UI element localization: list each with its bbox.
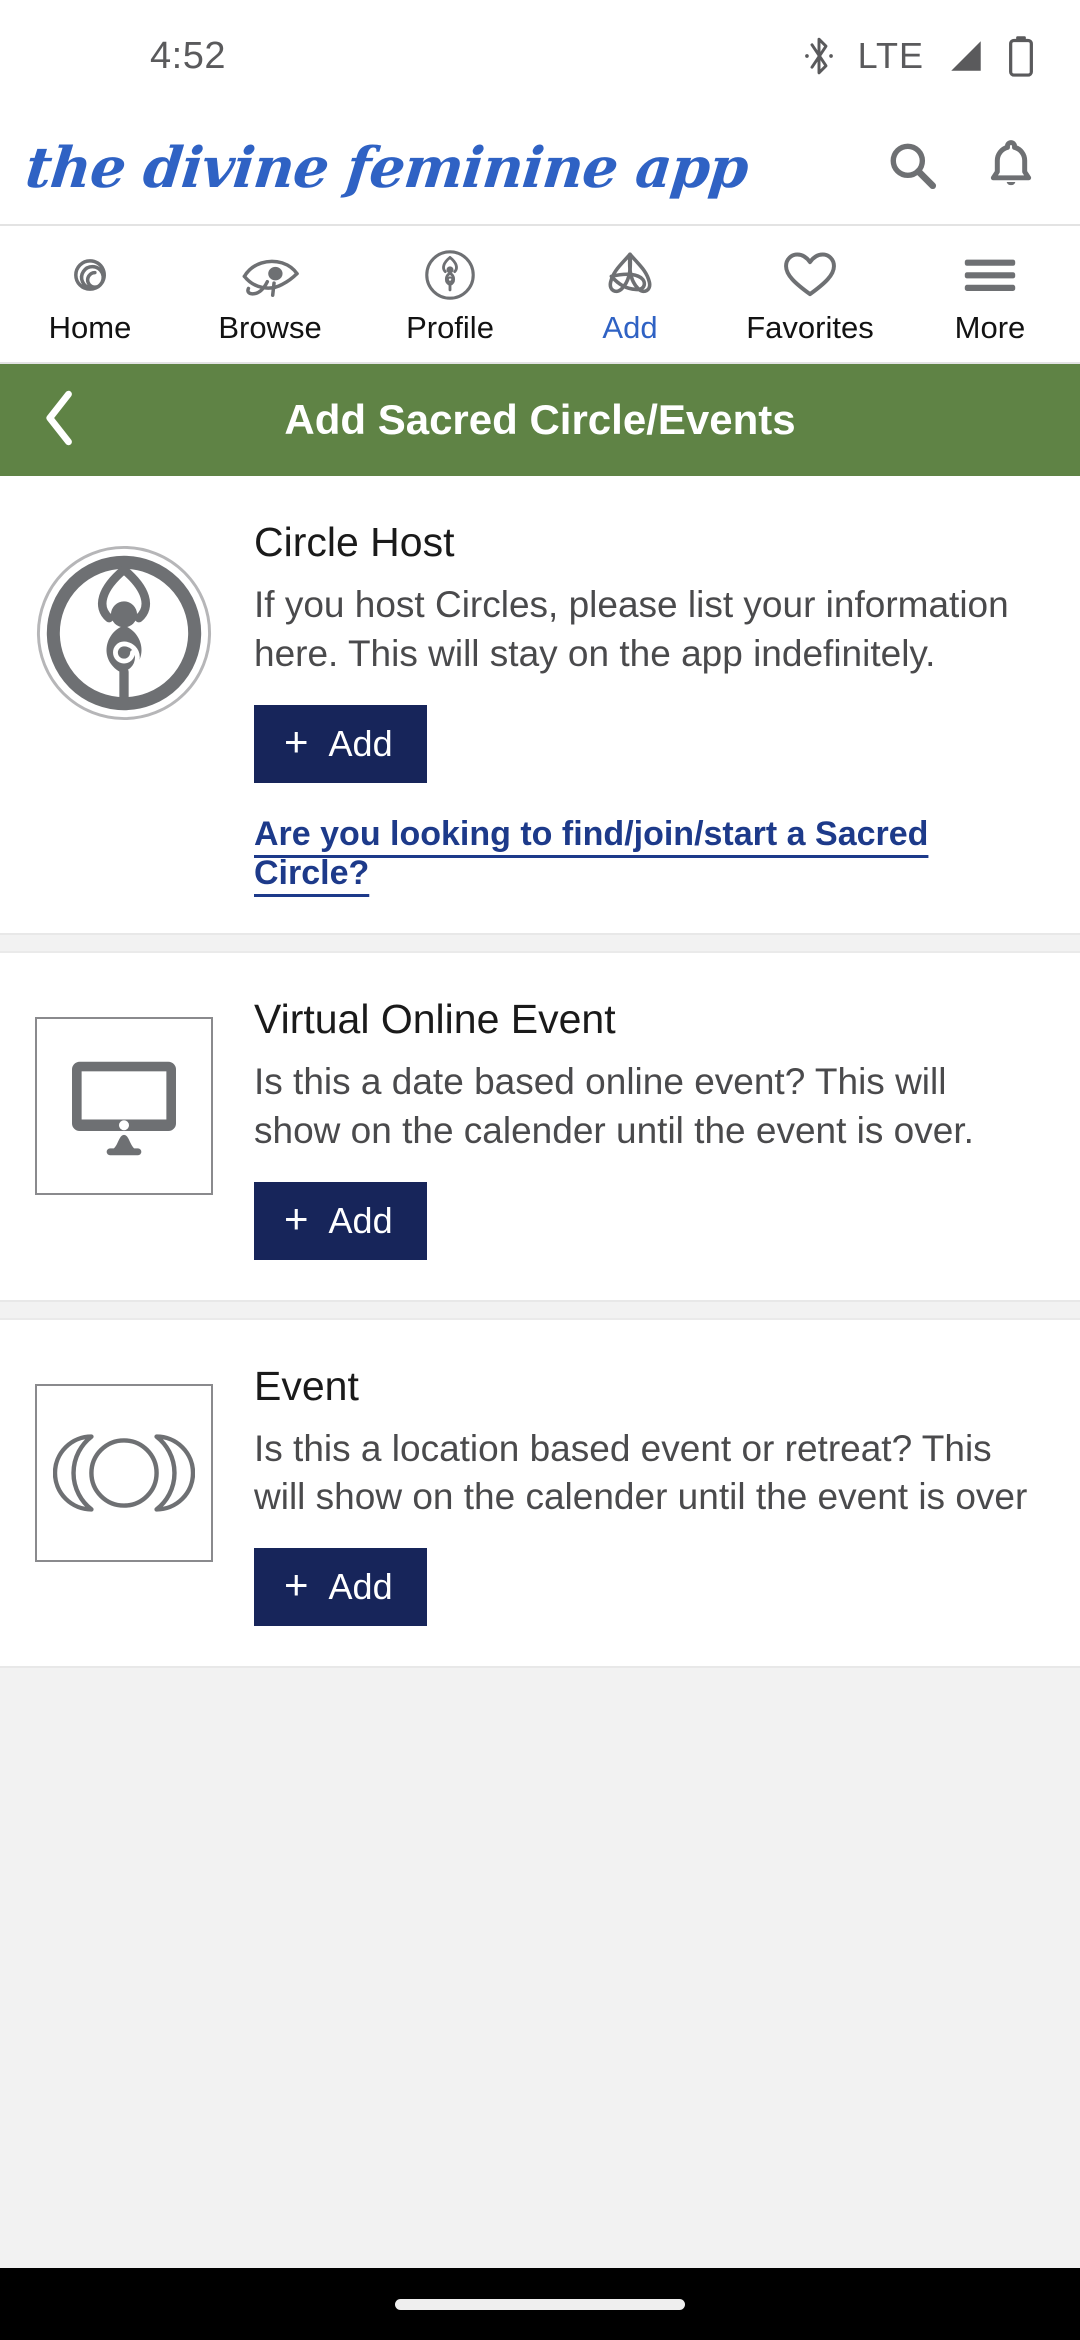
card-event[interactable]: Event Is this a location based event or … — [0, 1317, 1080, 1669]
battery-icon — [1008, 35, 1034, 77]
card-media — [28, 516, 220, 893]
network-type-label: LTE — [857, 35, 924, 76]
add-button-label: Add — [328, 722, 393, 764]
card-body: Circle Host If you host Circles, please … — [220, 516, 1040, 893]
tab-profile[interactable]: Profile — [360, 226, 540, 362]
plus-icon: + — [284, 1194, 309, 1242]
card-title: Event — [254, 1362, 359, 1409]
tab-profile-label: Profile — [406, 309, 494, 345]
goddess-circle-icon — [423, 246, 477, 304]
content-area: Circle Host If you host Circles, please … — [0, 476, 1080, 2268]
add-button-label: Add — [328, 1199, 393, 1241]
main-tab-bar: Home Browse Profile Add Favorites More — [0, 224, 1080, 364]
tab-add-label: Add — [602, 309, 658, 345]
tab-favorites-label: Favorites — [746, 309, 874, 345]
card-body: Event Is this a location based event or … — [220, 1360, 1040, 1627]
chevron-left-icon — [43, 389, 77, 452]
find-join-start-circle-link[interactable]: Are you looking to find/join/start a Sac… — [254, 815, 1040, 893]
tab-browse-label: Browse — [218, 309, 322, 345]
add-virtual-online-event-button[interactable]: + Add — [254, 1181, 427, 1260]
tab-home[interactable]: Home — [0, 226, 180, 362]
tab-add[interactable]: Add — [540, 226, 720, 362]
add-event-button[interactable]: + Add — [254, 1548, 427, 1627]
tab-more-label: More — [954, 309, 1026, 345]
gesture-home-indicator[interactable] — [395, 2298, 685, 2310]
app-logo[interactable]: the divine feminine app — [23, 135, 751, 201]
bluetooth-icon — [802, 35, 836, 77]
page-title: Add Sacred Circle/Events — [284, 396, 796, 443]
tab-more[interactable]: More — [900, 226, 1080, 362]
card-media — [28, 993, 220, 1260]
hamburger-menu-icon — [962, 246, 1018, 304]
plus-icon: + — [284, 1561, 309, 1609]
card-description: Is this a date based online event? This … — [254, 1060, 974, 1151]
desktop-monitor-icon — [35, 1016, 213, 1195]
card-circle-host[interactable]: Circle Host If you host Circles, please … — [0, 476, 1080, 935]
status-bar: 4:52 LTE — [0, 0, 1080, 112]
app-header: the divine feminine app — [0, 112, 1080, 224]
card-description: If you host Circles, please list your in… — [254, 584, 1009, 674]
heart-icon — [781, 246, 839, 304]
card-body: Virtual Online Event Is this a date base… — [220, 993, 1040, 1260]
plus-icon: + — [284, 717, 309, 765]
page-header-bar: Add Sacred Circle/Events — [0, 364, 1080, 476]
back-button[interactable] — [0, 389, 120, 452]
add-circle-host-button[interactable]: + Add — [254, 704, 427, 783]
signal-icon — [946, 38, 986, 74]
add-button-label: Add — [328, 1566, 393, 1608]
card-description: Is this a location based event or retrea… — [254, 1427, 1028, 1518]
card-media — [28, 1360, 220, 1627]
triquetra-icon — [601, 246, 659, 304]
status-bar-icons: LTE — [802, 35, 1034, 77]
tab-home-label: Home — [48, 309, 132, 345]
triple-moon-icon — [35, 1383, 213, 1562]
card-title: Virtual Online Event — [254, 995, 616, 1042]
card-virtual-online-event[interactable]: Virtual Online Event Is this a date base… — [0, 950, 1080, 1302]
header-actions — [886, 138, 1036, 199]
status-bar-clock: 4:52 — [150, 34, 226, 77]
eye-of-horus-icon — [239, 246, 301, 304]
goddess-spiral-circle-icon — [31, 540, 217, 726]
card-title: Circle Host — [254, 519, 455, 565]
phone-screen: 4:52 LTE the divine feminine app Home Br… — [0, 0, 1080, 2340]
system-navigation-bar — [0, 2268, 1080, 2340]
tab-favorites[interactable]: Favorites — [720, 226, 900, 362]
notifications-bell-icon[interactable] — [986, 138, 1036, 199]
search-icon[interactable] — [886, 139, 940, 198]
spiral-icon — [63, 246, 117, 304]
tab-browse[interactable]: Browse — [180, 226, 360, 362]
